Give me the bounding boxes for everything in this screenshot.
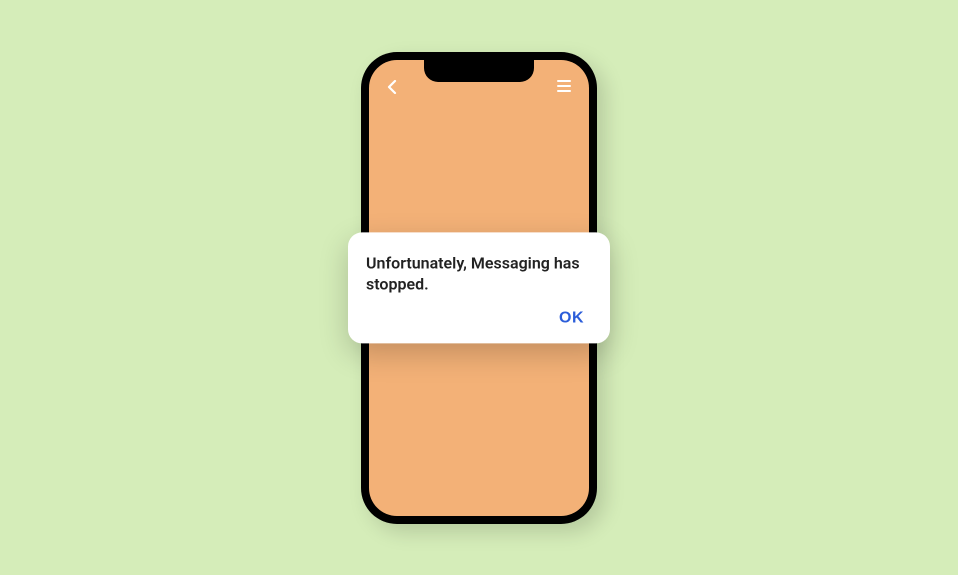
hamburger-icon	[557, 80, 571, 82]
chevron-left-icon	[387, 80, 397, 94]
back-button[interactable]	[383, 78, 401, 96]
dialog-message: Unfortunately, Messaging has stopped.	[366, 252, 592, 295]
ok-button[interactable]: OK	[551, 305, 592, 331]
phone-notch	[424, 60, 534, 82]
error-dialog: Unfortunately, Messaging has stopped. OK	[348, 232, 610, 343]
menu-button[interactable]	[557, 78, 575, 94]
dialog-actions: OK	[366, 305, 592, 331]
